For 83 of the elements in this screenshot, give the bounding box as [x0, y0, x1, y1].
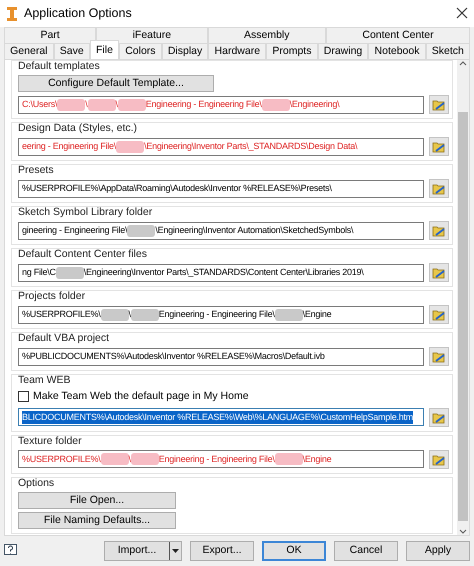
folder-icon — [432, 452, 446, 466]
option-button[interactable]: File Naming Defaults... — [18, 512, 176, 529]
group-label: Texture folder — [18, 434, 82, 447]
group-label: Team WEB — [18, 374, 71, 386]
folder-icon — [432, 98, 446, 111]
folder-icon — [432, 182, 446, 195]
tab[interactable]: General — [4, 43, 54, 59]
tab[interactable]: Assembly — [208, 27, 326, 43]
folder-icon — [432, 410, 446, 424]
tab[interactable]: File — [90, 40, 120, 59]
redaction-blur — [118, 98, 146, 110]
path-field[interactable]: %PUBLICDOCUMENTS%\Autodesk\Inventor %RELEASE%\Macros\Default.ivb — [18, 348, 424, 366]
checkbox-label: Make Team Web the default page in My Home — [33, 389, 249, 404]
help-icon — [4, 544, 17, 558]
configure-button[interactable]: Configure Default Template... — [18, 75, 214, 92]
path-field[interactable]: eering - Engineering File\ \Engineering\Inventor Parts\_STANDARDS\Design Data\ — [18, 138, 424, 156]
group-label: Presets — [18, 164, 54, 176]
path-field[interactable]: %USERPROFILE%\ \ Engineering - Engineering File\ \Engine — [18, 306, 424, 324]
scroll-up-icon — [459, 60, 467, 66]
option-button[interactable]: File Open... — [18, 492, 176, 509]
dialog-button[interactable]: OK — [262, 541, 326, 561]
dialog-button[interactable]: Export... — [190, 541, 254, 561]
folder-icon — [432, 266, 446, 279]
browse-button[interactable] — [429, 305, 449, 324]
redaction-blur — [262, 98, 290, 110]
tab[interactable]: Hardware — [208, 43, 266, 59]
dialog-button[interactable]: Apply — [406, 541, 470, 561]
tab[interactable]: Save — [54, 43, 90, 59]
path-field[interactable]: %USERPROFILE%\AppData\Roaming\Autodesk\Inventor %RELEASE%\Presets\ — [18, 180, 424, 198]
caret-icon — [172, 549, 179, 553]
tab[interactable]: iFeature — [96, 27, 208, 43]
path-field[interactable]: BLICDOCUMENTS%\Autodesk\Inventor %RELEASE%\Web\%LANGUAGE%\CustomHelpSample.htm — [18, 408, 424, 426]
browse-button[interactable] — [429, 450, 449, 469]
redaction-blur — [56, 266, 84, 278]
tab[interactable]: Content Center — [326, 27, 470, 43]
app-icon — [6, 6, 18, 20]
path-field[interactable]: C:\Users\ \ \ Engineering - Engineering File\ \Engineering\ — [18, 96, 424, 114]
tab[interactable]: Notebook — [368, 43, 426, 59]
tab[interactable]: Colors — [119, 43, 162, 59]
browse-button[interactable] — [429, 95, 449, 114]
dialog-button[interactable]: Cancel — [334, 541, 398, 561]
browse-button[interactable] — [429, 137, 449, 156]
group-label: Design Data (Styles, etc.) — [18, 122, 138, 134]
path-field[interactable]: gineering - Engineering File\ \Engineering\Inventor Automation\SketchedSymbols\ — [18, 222, 424, 240]
scroll-thumb[interactable] — [458, 112, 468, 521]
import-button[interactable]: Import... — [104, 541, 182, 561]
browse-button[interactable] — [429, 347, 449, 366]
group-label: Sketch Symbol Library folder — [18, 206, 152, 218]
group-label: Default Content Center files — [18, 248, 147, 260]
redaction-blur — [274, 453, 303, 466]
group-label: Options — [18, 476, 54, 489]
browse-button[interactable] — [429, 263, 449, 282]
redaction-blur — [88, 98, 116, 110]
path-field[interactable]: ng File\C \Engineering\Inventor Parts\_STANDARDS\Content Center\Libraries 2019\ — [18, 264, 424, 282]
folder-icon — [432, 140, 446, 153]
redaction-blur — [57, 98, 86, 110]
redaction-blur — [127, 224, 156, 236]
group-label: Default VBA project — [18, 332, 110, 344]
redaction-blur — [100, 308, 129, 320]
path-field[interactable]: %USERPROFILE%\ \ Engineering - Engineering File\ \Engine — [18, 450, 424, 468]
tab[interactable]: Prompts — [266, 43, 318, 59]
tab[interactable]: Display — [162, 43, 208, 59]
redaction-blur — [274, 308, 303, 320]
group-label: Default templates — [18, 60, 100, 72]
redaction-blur — [130, 453, 159, 466]
redaction-blur — [130, 308, 159, 320]
redaction-blur — [100, 453, 129, 466]
folder-icon — [432, 350, 446, 363]
group-label: Projects folder — [18, 290, 86, 302]
tab[interactable]: Part — [4, 27, 96, 43]
folder-icon — [432, 224, 446, 237]
scroll-down-icon — [459, 529, 467, 535]
browse-button[interactable] — [429, 221, 449, 240]
browse-button[interactable] — [429, 179, 449, 198]
close-icon — [456, 7, 468, 20]
tab[interactable]: Drawing — [318, 43, 368, 59]
redaction-blur — [116, 140, 144, 152]
folder-icon — [432, 308, 446, 321]
tab[interactable]: Sketch — [426, 43, 470, 59]
window-title: Application Options — [24, 5, 133, 22]
browse-button[interactable] — [429, 408, 449, 427]
scroll-bar[interactable] — [457, 60, 469, 535]
checkbox[interactable] — [18, 391, 29, 402]
